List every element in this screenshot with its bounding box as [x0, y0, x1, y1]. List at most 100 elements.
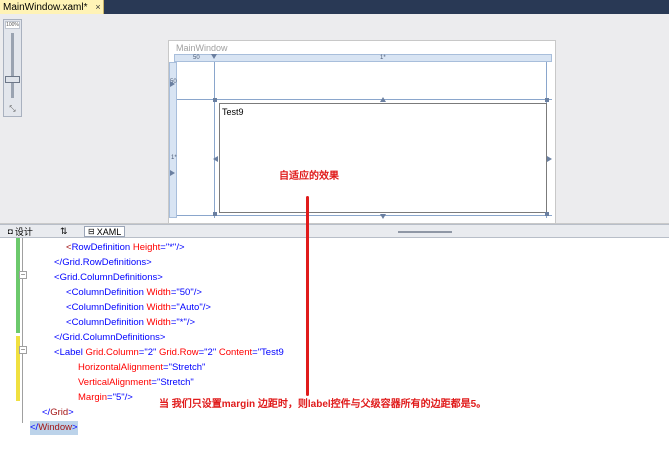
code-token: VerticalAlignment	[78, 377, 152, 388]
code-token: />	[124, 392, 133, 403]
outline-line	[22, 238, 23, 423]
row-marker-icon[interactable]	[170, 170, 175, 176]
code-token: "Stretch"	[168, 362, 206, 373]
margin-top-arrow-icon	[380, 97, 386, 102]
row-height-2: 1*	[171, 155, 177, 161]
code-token: "*"	[165, 242, 177, 253]
code-line[interactable]: Margin="5"/>	[78, 391, 133, 405]
code-line[interactable]: </Grid.ColumnDefinitions>	[54, 331, 165, 345]
code-token: Grid.Row	[156, 347, 199, 358]
column-width-0: 50	[193, 55, 200, 61]
label-control[interactable]	[219, 103, 547, 213]
code-token: Grid.ColumnDefinitions	[62, 332, 160, 343]
code-token: Width	[143, 302, 171, 313]
column-width-2: 1*	[380, 55, 386, 61]
code-line[interactable]: <Grid.ColumnDefinitions>	[54, 271, 163, 285]
row-marker-icon[interactable]	[170, 81, 175, 87]
splitter-grip[interactable]	[398, 231, 452, 233]
design-view-label: 设计	[14, 227, 33, 237]
annotation-margin-explanation: 当 我们只设置margin 边距时，则label控件与父级容器所有的边距都是5。	[159, 399, 487, 410]
zoom-percent[interactable]: 100%	[5, 21, 20, 29]
code-token: />	[193, 287, 202, 298]
saved-change-marker	[16, 238, 20, 333]
close-tab-icon[interactable]: ×	[93, 2, 103, 12]
annotation-arrow-line	[306, 196, 309, 396]
code-token: Width	[143, 317, 171, 328]
resize-handle[interactable]	[545, 212, 549, 216]
code-token: "5"	[112, 392, 125, 403]
xaml-code-editor[interactable]: − − <RowDefinition Height="*"/> </Grid.Ro…	[0, 238, 669, 464]
resize-handle[interactable]	[213, 98, 217, 102]
document-tab-title: MainWindow.xaml*	[3, 1, 88, 13]
design-view-icon: ◘	[8, 227, 13, 236]
code-token: </	[54, 332, 63, 343]
zoom-slider-thumb[interactable]	[5, 76, 20, 83]
code-token: "50"	[176, 287, 194, 298]
code-token: </	[30, 422, 39, 433]
swap-panes-icon: ⇅	[60, 226, 68, 236]
code-line[interactable]: <ColumnDefinition Width="*"/>	[66, 316, 195, 330]
code-token: ColumnDefinition	[71, 287, 144, 298]
code-token: Width	[143, 287, 171, 298]
margin-left-arrow-icon	[213, 156, 218, 162]
code-token: Margin	[78, 392, 108, 403]
code-line[interactable]: HorizontalAlignment="Stretch"	[78, 361, 205, 375]
code-token: HorizontalAlignment	[78, 362, 164, 373]
swap-panes-button[interactable]: ⇅	[56, 226, 72, 237]
document-tab-bar: MainWindow.xaml* ×	[0, 0, 669, 14]
code-token: </	[42, 407, 51, 418]
code-token: RowDefinition	[71, 242, 131, 253]
grid-row-line[interactable]	[177, 215, 552, 216]
code-line[interactable]: <ColumnDefinition Width="50"/>	[66, 286, 202, 300]
code-token: >	[157, 272, 163, 283]
view-split-bar: ◘ 设计 ⇅ ⊟ XAML	[0, 224, 669, 238]
code-line[interactable]: </Grid>	[42, 406, 74, 420]
window-preview[interactable]: MainWindow 50 1* 50 1* Test9	[168, 40, 556, 224]
grid-row-line[interactable]	[177, 99, 552, 100]
code-token: Window	[38, 422, 72, 433]
fold-toggle-icon[interactable]: −	[19, 346, 27, 354]
code-token: Grid	[50, 407, 69, 418]
document-tab-mainwindow[interactable]: MainWindow.xaml* ×	[0, 0, 104, 14]
annotation-adaptive-effect: 自适应的效果	[279, 171, 339, 182]
code-token: Label	[59, 347, 83, 358]
code-line[interactable]: <ColumnDefinition Width="Auto"/>	[66, 301, 211, 315]
xaml-view-label: XAML	[96, 226, 122, 237]
code-token: Grid.RowDefinitions	[62, 257, 147, 268]
design-view-button[interactable]: ◘ 设计	[4, 226, 37, 237]
zoom-control: 100% ⤡	[3, 19, 22, 117]
resize-handle[interactable]	[213, 212, 217, 216]
code-token: "*"	[176, 317, 187, 328]
code-token: "Auto"	[176, 302, 203, 313]
code-token: >	[146, 257, 152, 268]
column-marker-icon[interactable]	[211, 54, 217, 59]
resize-handle[interactable]	[545, 98, 549, 102]
code-token: "2"	[144, 347, 157, 358]
code-line[interactable]: <Label Grid.Column="2" Grid.Row="2" Cont…	[54, 346, 284, 360]
xaml-view-button[interactable]: ⊟ XAML	[84, 226, 126, 237]
fold-toggle-icon[interactable]: −	[19, 271, 27, 279]
code-token: Content	[216, 347, 253, 358]
column-ruler[interactable]: 50 1*	[174, 54, 552, 62]
code-token: "Test9	[257, 347, 284, 358]
code-token: Grid.ColumnDefinitions	[59, 272, 158, 283]
code-line[interactable]: <RowDefinition Height="*"/>	[66, 241, 185, 255]
code-token: "2"	[204, 347, 217, 358]
grid-column-line[interactable]	[214, 62, 215, 218]
code-token: Height	[130, 242, 161, 253]
code-token: ColumnDefinition	[71, 317, 144, 328]
label-content: Test9	[222, 107, 244, 117]
code-token: >	[68, 407, 74, 418]
code-token: />	[176, 242, 185, 253]
code-line[interactable]: VerticalAlignment="Stretch"	[78, 376, 194, 390]
code-token: />	[202, 302, 211, 313]
margin-right-arrow-icon	[547, 156, 552, 162]
design-surface: 100% ⤡ MainWindow 50 1* 50 1* Test9 自适应的…	[0, 14, 669, 224]
code-token: ColumnDefinition	[71, 302, 144, 313]
code-token: </	[54, 257, 63, 268]
margin-bottom-arrow-icon	[380, 214, 386, 219]
code-line[interactable]: </Grid.RowDefinitions>	[54, 256, 152, 270]
zoom-fit-icon[interactable]: ⤡	[6, 104, 19, 114]
code-line[interactable]: </Window>	[30, 421, 78, 435]
zoom-slider-track[interactable]	[11, 33, 14, 98]
